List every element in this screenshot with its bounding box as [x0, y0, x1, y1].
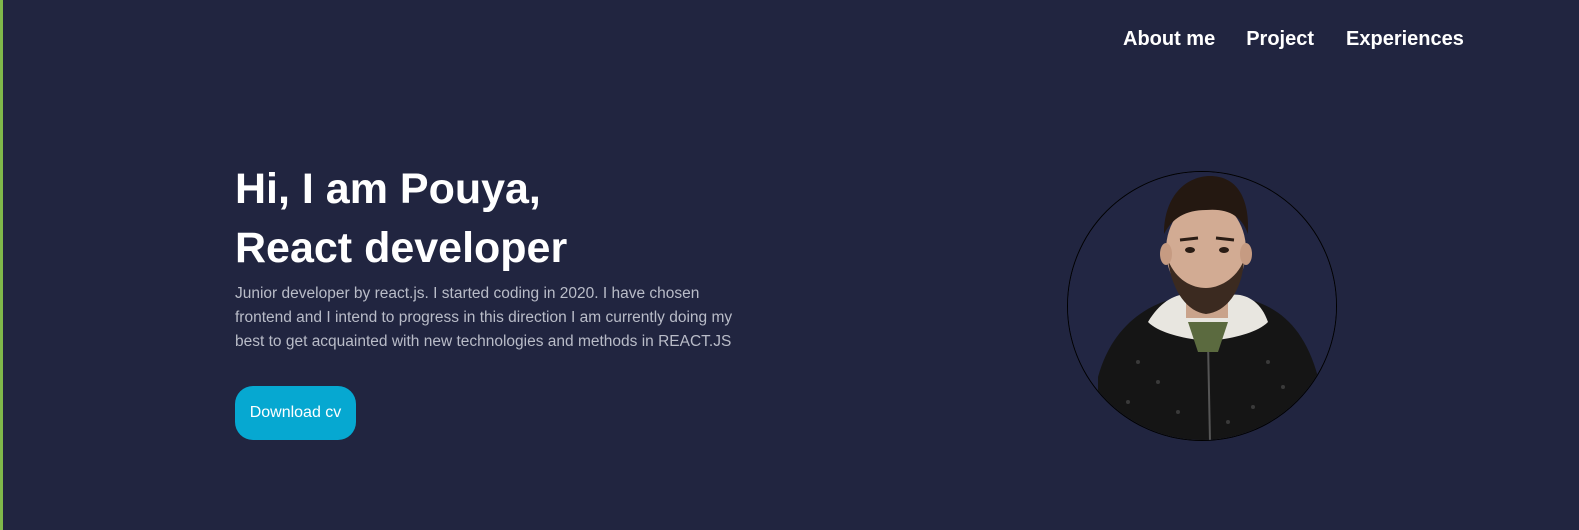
- hero-section: Hi, I am Pouya, React developer Junior d…: [235, 160, 755, 354]
- top-navigation: About me Project Experiences: [1123, 24, 1464, 54]
- download-cv-button[interactable]: Download cv: [235, 386, 356, 440]
- nav-experiences[interactable]: Experiences: [1346, 24, 1464, 54]
- hero-title-role: React developer: [235, 224, 568, 272]
- profile-avatar: [1067, 171, 1337, 441]
- profile-photo-illustration: [1068, 172, 1336, 440]
- page-edge-accent: [0, 0, 3, 530]
- hero-title-greeting: Hi, I am Pouya,: [235, 165, 541, 213]
- nav-project[interactable]: Project: [1246, 24, 1314, 54]
- nav-about-me[interactable]: About me: [1123, 24, 1215, 54]
- hero-title: Hi, I am Pouya, React developer: [235, 160, 755, 278]
- hero-description: Junior developer by react.js. I started …: [235, 285, 733, 350]
